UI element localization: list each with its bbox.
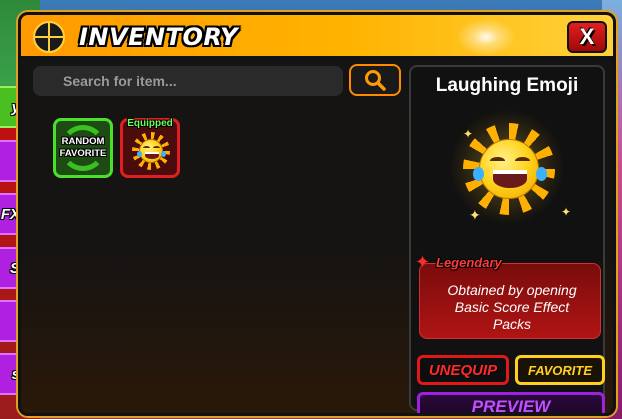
sparkle-star-icon: ✦: [561, 205, 572, 219]
item-name: Laughing Emoji: [435, 75, 579, 96]
search-button[interactable]: [349, 64, 401, 96]
search-icon: [365, 70, 386, 91]
volleyball-icon: [33, 21, 65, 53]
laughing-sun-emoji-icon: [132, 132, 170, 170]
random-favorite-label: RANDOM FAVORITE: [59, 136, 107, 159]
search-input[interactable]: Search for item...: [33, 66, 343, 96]
laughing-sun-emoji-icon: [463, 123, 555, 215]
rarity-label: Legendary: [436, 255, 502, 270]
equipped-badge: Equipped: [127, 118, 173, 129]
sparkle-decoration: [451, 15, 521, 59]
random-favorite-slot[interactable]: RANDOM FAVORITE: [53, 118, 113, 178]
favorite-button[interactable]: FAVORITE: [515, 355, 605, 385]
item-description: Obtained by opening Basic Score Effect P…: [447, 282, 577, 332]
close-icon: X: [579, 24, 595, 49]
window-title: INVENTORY: [79, 23, 238, 51]
equipped-item-slot[interactable]: Equipped: [120, 118, 180, 178]
preview-button[interactable]: PREVIEW: [417, 392, 605, 413]
rarity-box: ✦ Legendary Obtained by opening Basic Sc…: [415, 252, 601, 339]
title-bar: INVENTORY X: [21, 15, 613, 59]
rarity-star-icon: ✦: [415, 252, 431, 272]
search-placeholder: Search for item...: [63, 73, 177, 89]
unequip-button[interactable]: UNEQUIP: [417, 355, 509, 385]
close-button[interactable]: X: [567, 21, 607, 53]
item-detail-panel: Laughing Emoji ✦ ✦ ✦ ✦ Legendary Obtaine…: [409, 65, 605, 413]
inventory-window: INVENTORY X Search for item... RANDOM FA…: [18, 12, 616, 416]
